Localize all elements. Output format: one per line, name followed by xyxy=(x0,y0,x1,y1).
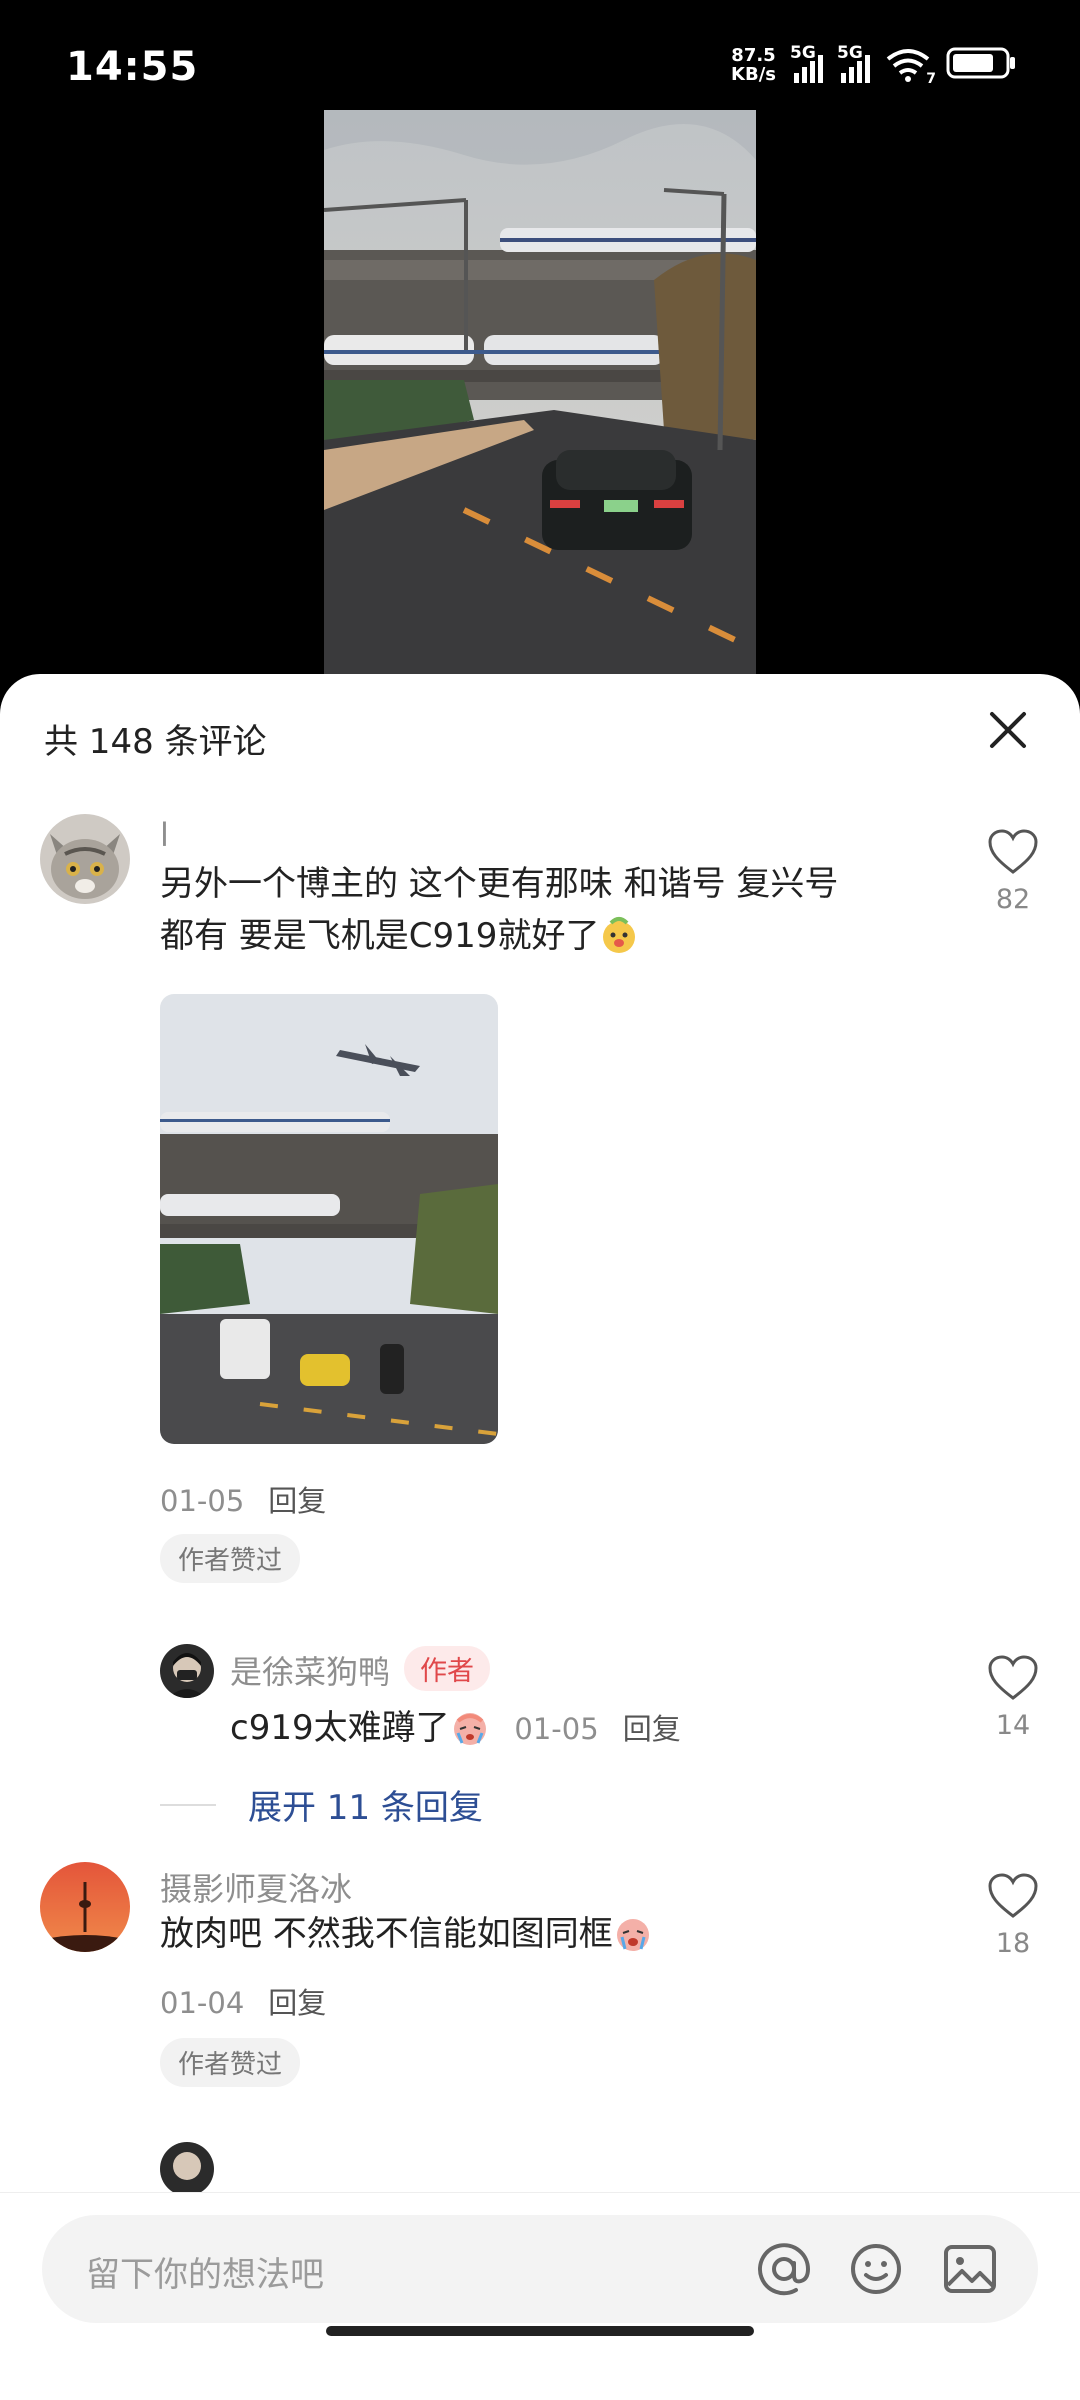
like-count: 18 xyxy=(995,1928,1031,1959)
heart-icon xyxy=(988,1873,1038,1918)
image-icon[interactable] xyxy=(942,2241,998,2297)
status-time: 14:55 xyxy=(66,44,199,90)
author-liked-badge: 作者赞过 xyxy=(160,1534,301,1583)
reply-text: c919太难蹲了 01-05 回复 xyxy=(230,1707,681,1748)
status-icons: 87.5 KB/s 5G 5G 7 xyxy=(731,43,1018,87)
battery-icon xyxy=(946,46,1018,84)
comments-sheet: 共 148 条评论 l 另外一个博主的 这个更有那味 和谐号 复兴号 都有 要是… xyxy=(0,674,1080,2400)
comment-list[interactable]: l 另外一个博主的 这个更有那味 和谐号 复兴号 都有 要是飞机是C919就好了 xyxy=(0,814,1080,2224)
comment-input-bar: 留下你的想法吧 xyxy=(0,2192,1080,2400)
smiley-icon[interactable] xyxy=(848,2241,904,2297)
comment-meta: 01-05 回复 xyxy=(160,1484,327,1518)
reply-button[interactable]: 回复 xyxy=(623,1712,681,1746)
expand-replies-button[interactable]: 展开 11 条回复 xyxy=(160,1780,483,1829)
comment-username[interactable]: 摄影师夏洛冰 xyxy=(160,1864,352,1910)
like-count: 14 xyxy=(995,1710,1031,1741)
heart-icon xyxy=(988,1655,1038,1700)
author-tag: 作者 xyxy=(404,1646,491,1691)
comment-image[interactable] xyxy=(160,994,498,1444)
like-button[interactable]: 14 xyxy=(978,1654,1048,1741)
comment-count-title: 共 148 条评论 xyxy=(44,722,267,762)
heart-icon xyxy=(988,829,1038,874)
network-speed: 87.5 KB/s xyxy=(731,45,776,85)
wifi-icon: 7 xyxy=(884,47,936,87)
reply-username[interactable]: 是徐菜狗鸭 作者 xyxy=(230,1646,491,1693)
comment-username[interactable]: l xyxy=(160,816,169,854)
avatar[interactable] xyxy=(160,2142,214,2196)
close-icon[interactable] xyxy=(984,706,1032,754)
emoji-icon xyxy=(599,915,639,955)
comment-text: 放肉吧 不然我不信能如图同框 xyxy=(160,1908,653,1960)
like-button[interactable]: 82 xyxy=(978,828,1048,915)
avatar[interactable] xyxy=(160,1644,214,1698)
signal-icon: 5G xyxy=(790,43,823,83)
like-count: 82 xyxy=(995,884,1031,915)
emoji-icon xyxy=(613,1913,653,1953)
comment-input[interactable]: 留下你的想法吧 xyxy=(42,2215,1038,2323)
comment-meta: 01-04 回复 xyxy=(160,1986,327,2020)
author-liked-badge: 作者赞过 xyxy=(160,2038,301,2087)
signal-icon: 5G xyxy=(837,43,870,83)
post-photo[interactable] xyxy=(324,110,756,674)
like-button[interactable]: 18 xyxy=(978,1872,1048,1959)
comment-item: l 另外一个博主的 这个更有那味 和谐号 复兴号 都有 要是飞机是C919就好了 xyxy=(0,814,1080,1854)
at-icon[interactable] xyxy=(756,2241,812,2297)
reply-button[interactable]: 回复 xyxy=(268,1986,326,2020)
emoji-icon xyxy=(450,1707,490,1747)
avatar[interactable] xyxy=(40,1862,130,1952)
comment-text: 另外一个博主的 这个更有那味 和谐号 复兴号 都有 要是飞机是C919就好了 xyxy=(160,864,839,956)
comment-input-placeholder: 留下你的想法吧 xyxy=(86,2255,324,2295)
comment-item: 摄影师夏洛冰 放肉吧 不然我不信能如图同框 01-04 回复 作者赞过 18 xyxy=(0,1862,1080,2224)
reply-button[interactable]: 回复 xyxy=(268,1484,326,1518)
home-indicator[interactable] xyxy=(326,2326,754,2336)
avatar[interactable] xyxy=(40,814,130,904)
